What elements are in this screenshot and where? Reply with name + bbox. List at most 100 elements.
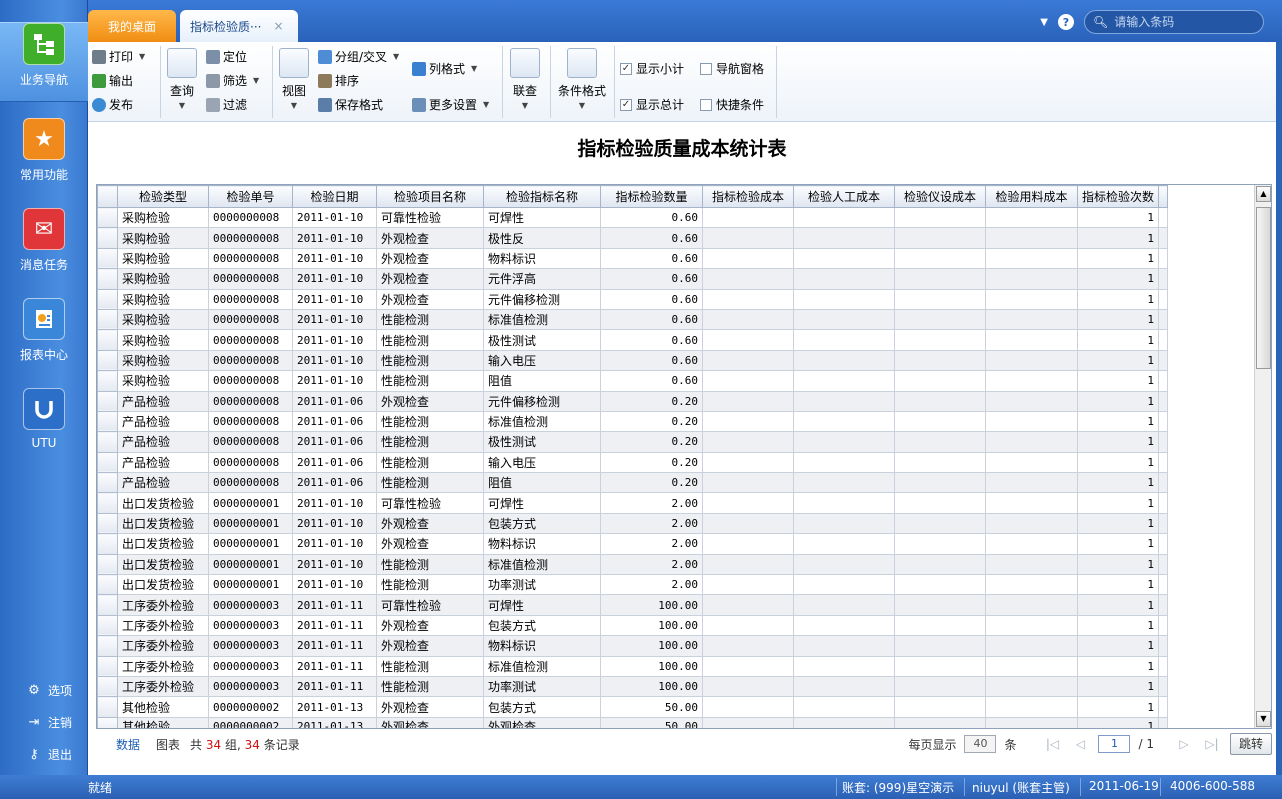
row-header[interactable] [97,206,118,229]
more-settings-button[interactable]: 更多设置 ▼ [412,96,489,113]
table-row[interactable]: 产品检验 0000000008 2011-01-06 性能检测 阻值 0.20 1 [97,472,1168,494]
filter2-button[interactable]: 过滤 [206,96,247,113]
nav-common-functions[interactable]: ★ 常用功能 [0,118,88,198]
row-header[interactable] [97,594,118,616]
show-total-checkbox[interactable]: ✓ 显示总计 [620,96,684,113]
table-row[interactable]: 采购检验 0000000008 2011-01-10 可靠性检验 可焊性 0.60 1 [97,206,1168,229]
row-header[interactable] [97,370,118,392]
table-row[interactable]: 工序委外检验 0000000003 2011-01-11 外观检查 包装方式 100.00… [97,614,1168,637]
row-header[interactable] [97,492,118,514]
table-row[interactable]: 采购检验 0000000008 2011-01-10 外观检查 物料标识 0.60 1 [97,247,1168,270]
table-row[interactable]: 其他检验 0000000002 2011-01-13 外观检查 外观检查 50.00 1 [97,716,1168,728]
query-button[interactable]: 查询 ▼ [165,48,199,110]
row-header[interactable] [97,635,118,657]
table-row[interactable]: 出口发货检验 0000000001 2011-01-10 性能检测 标准值检测 2.00 1 [97,553,1168,576]
column-header[interactable]: 指标检验次数 [1077,185,1159,208]
first-page-icon[interactable]: |◁ [1042,737,1062,751]
table-row[interactable]: 采购检验 0000000008 2011-01-10 性能检测 输入电压 0.60 1 [97,349,1168,372]
row-header[interactable] [97,247,118,270]
save-format-button[interactable]: 保存格式 [318,96,383,113]
table-row[interactable]: 采购检验 0000000008 2011-01-10 性能检测 阻值 0.60 1 [97,370,1168,392]
row-header[interactable] [97,512,118,535]
column-header[interactable]: 检验类型 [117,185,209,208]
row-header[interactable] [97,533,118,555]
print-button[interactable]: 打印 ▼ [92,48,145,65]
row-header[interactable] [97,431,118,453]
table-row[interactable]: 产品检验 0000000008 2011-01-06 外观检查 元件偏移检测 0.20 1 [97,390,1168,412]
scroll-up-arrow-icon[interactable]: ▲ [1256,186,1271,202]
row-header[interactable] [97,349,118,372]
table-row[interactable]: 工序委外检验 0000000003 2011-01-11 性能检测 功率测试 100.00… [97,675,1168,698]
row-header[interactable] [97,390,118,412]
logout-link[interactable]: ⇥ 注销 [26,714,72,731]
column-header[interactable]: 检验指标名称 [483,185,601,208]
tab-indicator-quality-report[interactable]: 指标检验质··· × [180,10,298,42]
jump-button[interactable]: 跳转 [1229,733,1272,755]
tab-data[interactable]: 数据 [116,736,140,753]
row-header[interactable] [97,329,118,351]
row-header[interactable] [97,716,118,728]
linked-query-button[interactable]: 联查 ▼ [508,48,542,110]
table-row[interactable]: 出口发货检验 0000000001 2011-01-10 性能检测 功率测试 2.00 1 [97,574,1168,596]
group-cross-button[interactable]: 分组/交叉 ▼ [318,48,399,65]
show-subtotal-checkbox[interactable]: ✓ 显示小计 [620,60,684,77]
row-header[interactable] [97,655,118,677]
export-button[interactable]: 输出 [92,72,133,89]
vertical-scrollbar[interactable]: ▲ ▼ [1254,185,1271,728]
row-header[interactable] [97,308,118,331]
page-number-input[interactable]: 1 [1098,735,1131,753]
column-header[interactable]: 指标检验成本 [702,185,794,208]
row-header[interactable] [97,288,118,310]
help-icon[interactable]: ? [1058,14,1074,30]
row-header[interactable] [97,675,118,698]
table-row[interactable]: 工序委外检验 0000000003 2011-01-11 性能检测 标准值检测 100.0… [97,655,1168,677]
row-header[interactable] [97,268,118,290]
sort-button[interactable]: 排序 [318,72,359,89]
options-link[interactable]: ⚙ 选项 [26,682,72,699]
chevron-down-icon[interactable]: ▼ [1040,17,1048,28]
table-row[interactable]: 采购检验 0000000008 2011-01-10 性能检测 标准值检测 0.60 1 [97,308,1168,331]
table-row[interactable]: 出口发货检验 0000000001 2011-01-10 可靠性检验 可焊性 2.00 1 [97,492,1168,514]
next-page-icon[interactable]: ▷ [1174,737,1194,751]
locate-button[interactable]: 定位 [206,48,247,65]
quick-conditions-checkbox[interactable]: 快捷条件 [700,96,764,113]
scroll-down-arrow-icon[interactable]: ▼ [1256,711,1271,727]
filter-button[interactable]: 筛选 ▼ [206,72,259,89]
tab-my-desktop[interactable]: 我的桌面 [88,10,176,42]
conditional-format-button[interactable]: 条件格式 ▼ [554,48,610,110]
exit-link[interactable]: ⚷ 退出 [26,746,72,763]
table-row[interactable]: 工序委外检验 0000000003 2011-01-11 外观检查 物料标识 100.00… [97,635,1168,657]
column-header[interactable]: 检验单号 [208,185,293,208]
column-header[interactable]: 检验日期 [292,185,377,208]
table-row[interactable]: 出口发货检验 0000000001 2011-01-10 外观检查 物料标识 2.00 1 [97,533,1168,555]
search-input[interactable] [1114,15,1255,29]
column-header[interactable]: 检验项目名称 [376,185,484,208]
close-icon[interactable]: × [273,19,283,33]
row-header[interactable] [97,696,118,718]
column-header[interactable]: 检验人工成本 [793,185,895,208]
row-header[interactable] [97,410,118,433]
row-header[interactable] [97,472,118,494]
table-row[interactable]: 产品检验 0000000008 2011-01-06 性能检测 极性测试 0.20 1 [97,431,1168,453]
row-header[interactable] [97,574,118,596]
row-header[interactable] [97,614,118,637]
table-row[interactable]: 采购检验 0000000008 2011-01-10 外观检查 元件浮高 0.60 1 [97,268,1168,290]
tab-chart[interactable]: 图表 [156,736,180,753]
row-header[interactable] [97,227,118,249]
scroll-thumb[interactable] [1256,207,1271,369]
nav-message-tasks[interactable]: ✉ 消息任务 [0,208,88,288]
table-row[interactable]: 采购检验 0000000008 2011-01-10 外观检查 极性反 0.60 1 [97,227,1168,249]
publish-button[interactable]: 发布 [92,96,133,113]
table-row[interactable]: 产品检验 0000000008 2011-01-06 性能检测 输入电压 0.20 1 [97,451,1168,474]
view-button[interactable]: 视图 ▼ [277,48,311,110]
table-row[interactable]: 产品检验 0000000008 2011-01-06 性能检测 标准值检测 0.20 1 [97,410,1168,433]
row-header[interactable] [97,451,118,474]
prev-page-icon[interactable]: ◁ [1070,737,1090,751]
nav-report-center[interactable]: 报表中心 [0,298,88,378]
table-row[interactable]: 采购检验 0000000008 2011-01-10 性能检测 极性测试 0.60 1 [97,329,1168,351]
nav-pane-checkbox[interactable]: 导航窗格 [700,60,764,77]
column-header[interactable]: 指标检验数量 [600,185,703,208]
nav-business-navigation[interactable]: 业务导航 [0,22,88,102]
row-header[interactable] [97,553,118,576]
table-row[interactable]: 出口发货检验 0000000001 2011-01-10 外观检查 包装方式 2.00 1 [97,512,1168,535]
